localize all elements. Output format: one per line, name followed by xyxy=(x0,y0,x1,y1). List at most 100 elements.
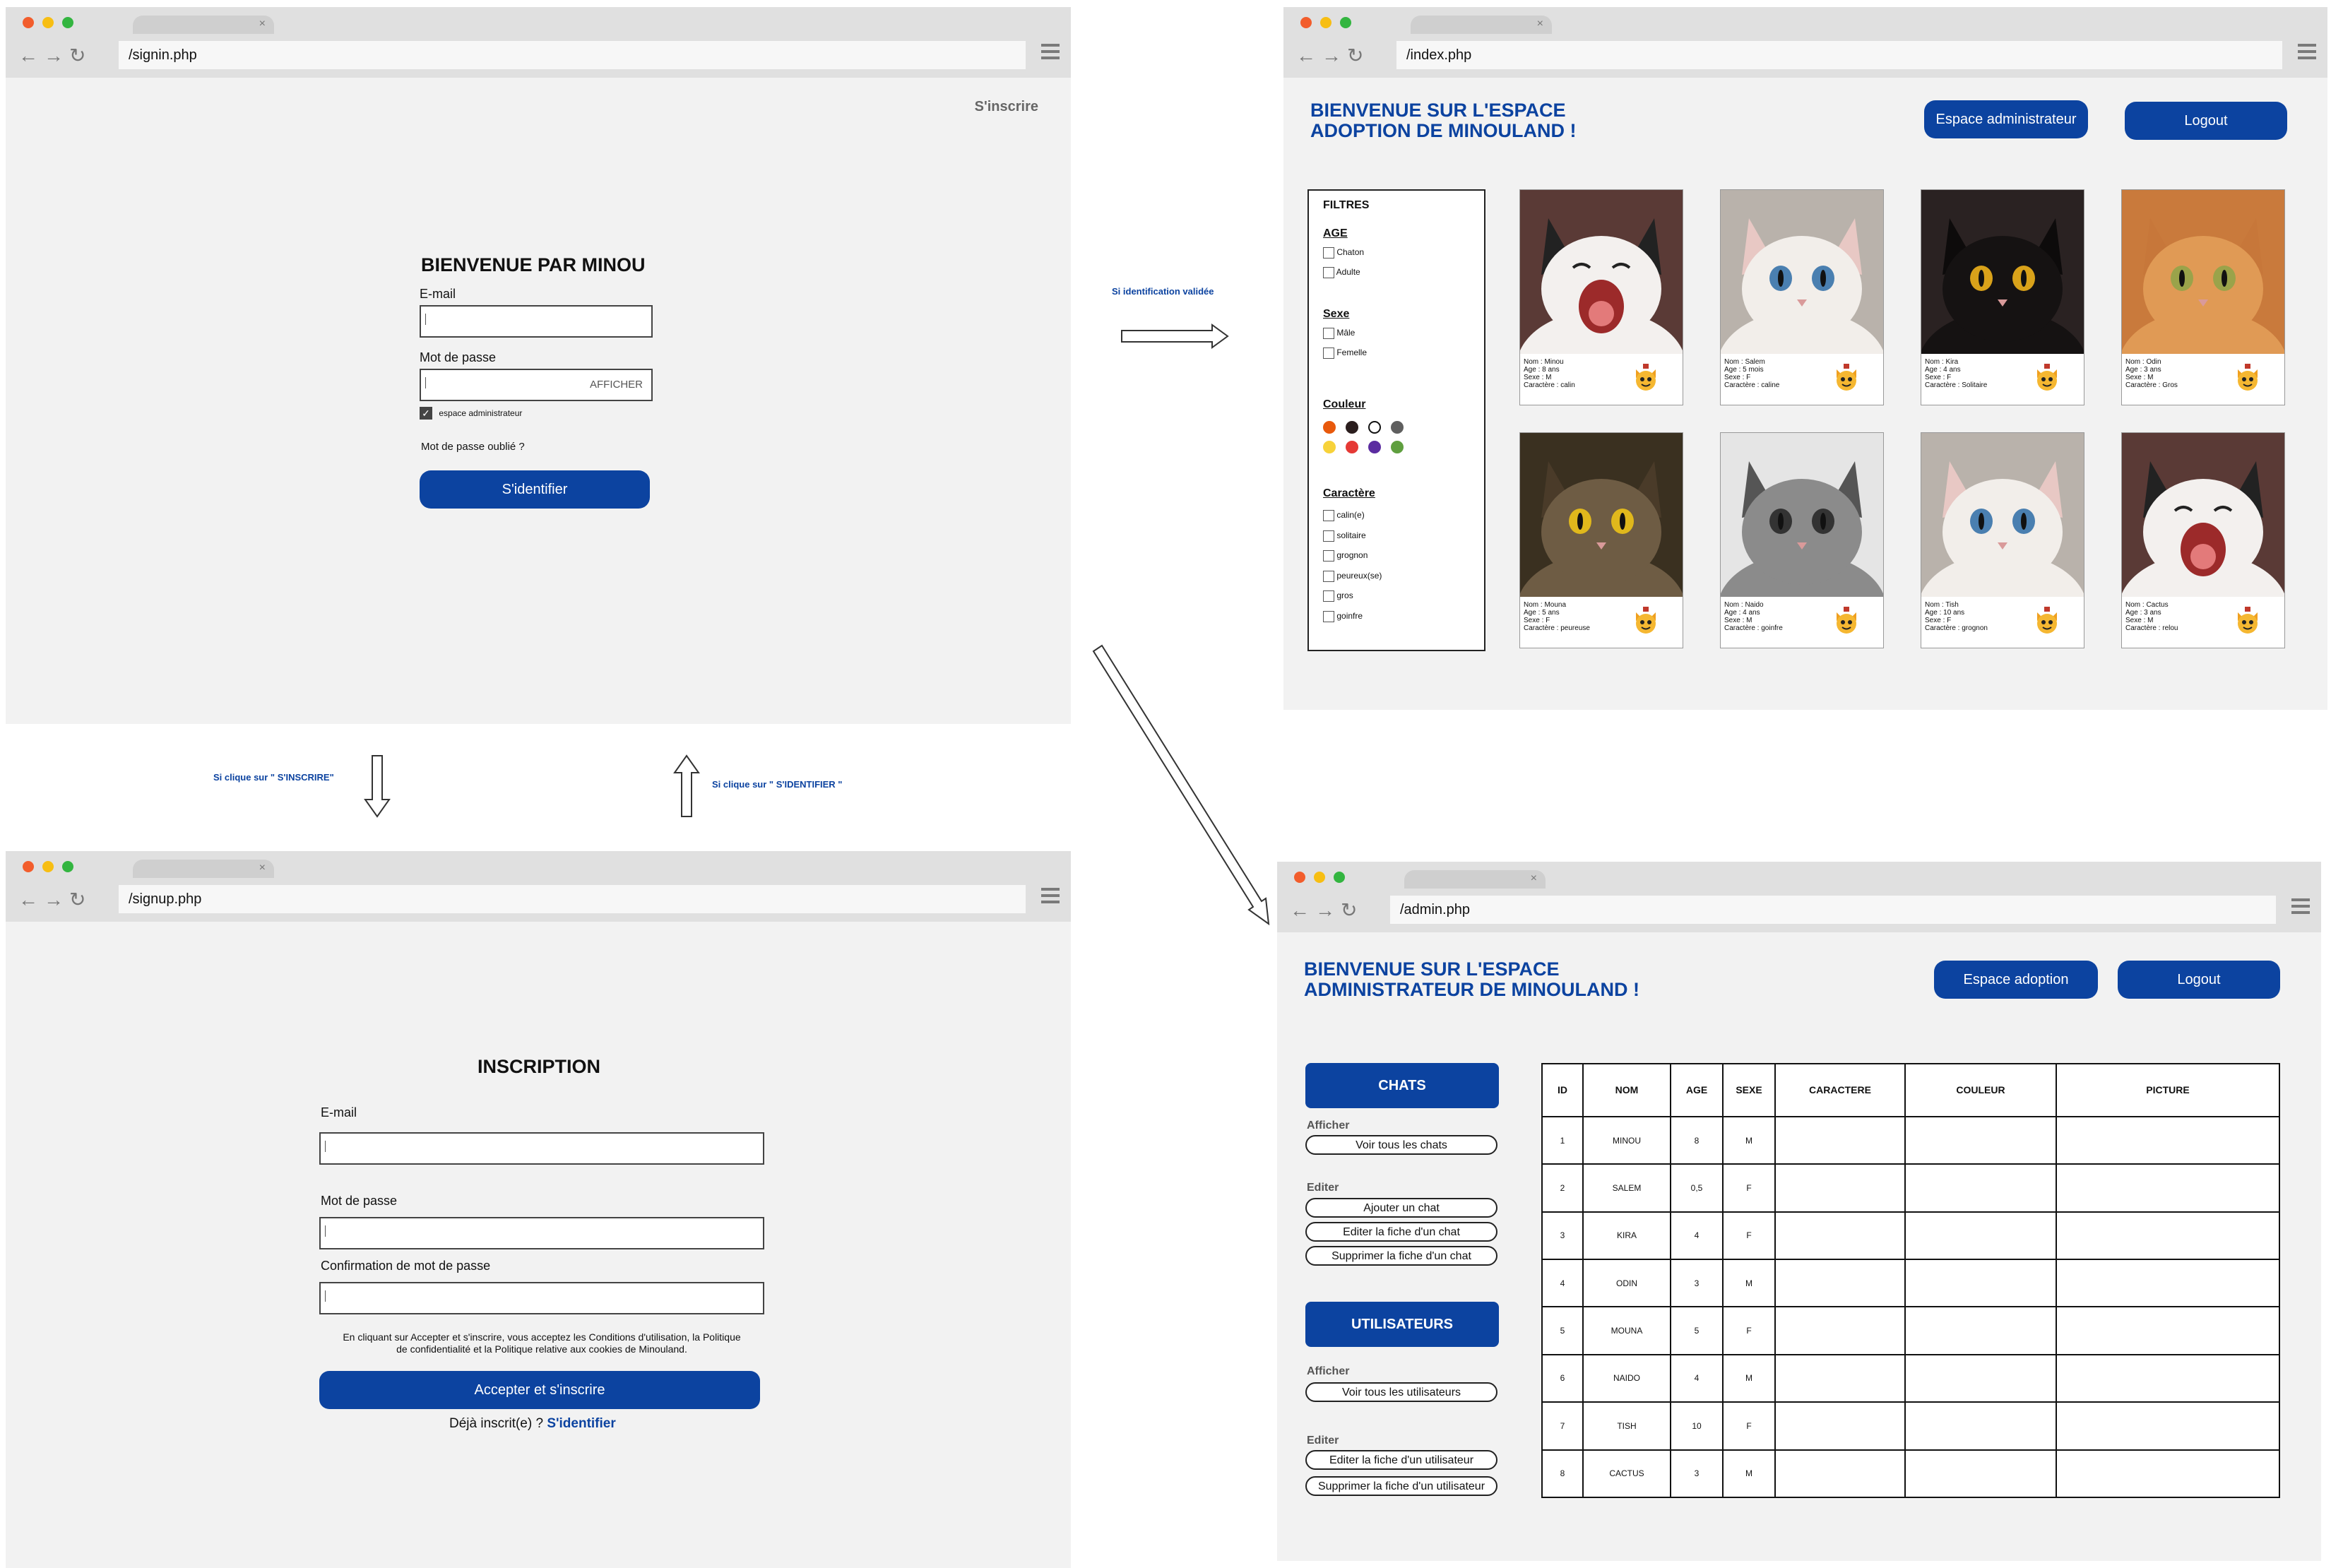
checkbox-icon[interactable] xyxy=(1323,610,1334,622)
close-dot-icon[interactable] xyxy=(23,861,34,872)
hamburger-menu-icon[interactable] xyxy=(2298,44,2316,65)
delete-user-button[interactable]: Supprimer la fiche d'un utilisateur xyxy=(1305,1476,1497,1496)
caractere-option[interactable]: calin(e) xyxy=(1323,510,1382,530)
caractere-option[interactable]: solitaire xyxy=(1323,530,1382,551)
address-bar[interactable]: /index.php xyxy=(1396,41,2282,69)
view-all-users-button[interactable]: Voir tous les utilisateurs xyxy=(1305,1382,1497,1402)
checkbox-icon[interactable] xyxy=(1323,328,1334,339)
age-option[interactable]: Chaton xyxy=(1323,247,1364,267)
cat-photo[interactable] xyxy=(1921,190,2084,354)
minimize-dot-icon[interactable] xyxy=(1314,872,1325,883)
cat-photo[interactable] xyxy=(1520,190,1683,354)
tab-close-icon[interactable]: × xyxy=(259,18,266,30)
browser-tab[interactable]: × xyxy=(133,16,274,34)
table-row[interactable]: 8 CACTUS 3 M xyxy=(1541,1449,2280,1498)
color-swatch-icon[interactable] xyxy=(1368,441,1381,453)
hamburger-menu-icon[interactable] xyxy=(1041,888,1060,909)
table-row[interactable]: 4 ODIN 3 M xyxy=(1541,1258,2280,1308)
close-dot-icon[interactable] xyxy=(1294,872,1305,883)
logout-button[interactable]: Logout xyxy=(2125,102,2287,140)
table-row[interactable]: 2 SALEM 0,5 F xyxy=(1541,1163,2280,1213)
table-row[interactable]: 5 MOUNA 5 F xyxy=(1541,1306,2280,1355)
edit-user-button[interactable]: Editer la fiche d'un utilisateur xyxy=(1305,1450,1497,1470)
cat-photo[interactable] xyxy=(1520,433,1683,597)
cat-photo[interactable] xyxy=(1921,433,2084,597)
color-swatch-icon[interactable] xyxy=(1391,421,1404,434)
hamburger-menu-icon[interactable] xyxy=(2291,898,2310,920)
nav-arrows-icon[interactable]: ←→↻ xyxy=(18,888,91,911)
chats-section-button[interactable]: CHATS xyxy=(1305,1063,1499,1108)
show-password-button[interactable]: AFFICHER xyxy=(590,379,643,391)
nav-arrows-icon[interactable]: ←→↻ xyxy=(1296,44,1369,67)
caractere-option[interactable]: peureux(se) xyxy=(1323,570,1382,591)
forgot-password-link[interactable]: Mot de passe oublié ? xyxy=(421,441,525,453)
table-row[interactable]: 6 NAIDO 4 M xyxy=(1541,1353,2280,1403)
caractere-option[interactable]: goinfre xyxy=(1323,610,1382,631)
color-swatch-icon[interactable] xyxy=(1346,441,1358,453)
maximize-dot-icon[interactable] xyxy=(62,17,73,28)
cat-card[interactable]: Nom : Cactus Age : 3 ans Sexe : M Caractère… xyxy=(2121,432,2285,648)
cat-photo[interactable] xyxy=(1721,433,1883,597)
adoption-space-button[interactable]: Espace adoption xyxy=(1934,961,2098,999)
browser-tab[interactable]: × xyxy=(133,860,274,878)
table-row[interactable]: 7 TISH 10 F xyxy=(1541,1401,2280,1451)
maximize-dot-icon[interactable] xyxy=(1340,17,1351,28)
color-swatch-icon[interactable] xyxy=(1346,421,1358,434)
minimize-dot-icon[interactable] xyxy=(42,861,54,872)
age-option[interactable]: Adulte xyxy=(1323,267,1364,287)
login-link[interactable]: S'identifier xyxy=(547,1416,615,1431)
password-field[interactable]: AFFICHER xyxy=(420,369,653,401)
minimize-dot-icon[interactable] xyxy=(1320,17,1331,28)
browser-tab[interactable]: × xyxy=(1411,16,1552,34)
color-swatch-icon[interactable] xyxy=(1323,441,1336,453)
sexe-option[interactable]: Femelle xyxy=(1323,348,1367,367)
password-field[interactable] xyxy=(319,1217,764,1249)
color-swatch-icon[interactable] xyxy=(1323,421,1336,434)
email-field[interactable] xyxy=(319,1132,764,1165)
tab-close-icon[interactable]: × xyxy=(1537,18,1543,30)
email-field[interactable] xyxy=(420,305,653,338)
cat-card[interactable]: Nom : Mouna Age : 5 ans Sexe : F Caractère … xyxy=(1519,432,1683,648)
address-bar[interactable]: /signup.php xyxy=(119,885,1026,913)
minimize-dot-icon[interactable] xyxy=(42,17,54,28)
delete-cat-button[interactable]: Supprimer la fiche d'un chat xyxy=(1305,1246,1497,1266)
cat-card[interactable]: Nom : Naido Age : 4 ans Sexe : M Caractère … xyxy=(1720,432,1884,648)
table-row[interactable]: 3 KIRA 4 F xyxy=(1541,1211,2280,1261)
maximize-dot-icon[interactable] xyxy=(1334,872,1345,883)
cat-card[interactable]: Nom : Kira Age : 4 ans Sexe : F Caractère :… xyxy=(1921,189,2084,405)
cat-card[interactable]: Nom : Salem Age : 5 mois Sexe : F Caractère… xyxy=(1720,189,1884,405)
register-link[interactable]: S'inscrire xyxy=(975,99,1038,115)
sexe-option[interactable]: Mâle xyxy=(1323,328,1367,348)
tab-close-icon[interactable]: × xyxy=(1531,872,1537,885)
checkbox-icon[interactable] xyxy=(1323,348,1334,359)
color-swatch-icon[interactable] xyxy=(1368,421,1381,434)
tab-close-icon[interactable]: × xyxy=(259,862,266,874)
checkbox-icon[interactable] xyxy=(1323,590,1334,602)
caractere-option[interactable]: grognon xyxy=(1323,550,1382,571)
checkbox-checked-icon[interactable]: ✓ xyxy=(420,407,432,420)
nav-arrows-icon[interactable]: ←→↻ xyxy=(1290,898,1363,922)
hamburger-menu-icon[interactable] xyxy=(1041,44,1060,65)
close-dot-icon[interactable] xyxy=(1300,17,1312,28)
cat-card[interactable]: Nom : Tish Age : 10 ans Sexe : F Caractère … xyxy=(1921,432,2084,648)
checkbox-icon[interactable] xyxy=(1323,510,1334,521)
close-dot-icon[interactable] xyxy=(23,17,34,28)
cat-card[interactable]: Nom : Odin Age : 3 ans Sexe : M Caractère :… xyxy=(2121,189,2285,405)
checkbox-icon[interactable] xyxy=(1323,530,1334,542)
nav-arrows-icon[interactable]: ←→↻ xyxy=(18,44,91,67)
cat-photo[interactable] xyxy=(1721,190,1883,354)
admin-checkbox-row[interactable]: ✓ espace administrateur xyxy=(420,407,522,420)
signin-button[interactable]: S'identifier xyxy=(420,470,650,509)
color-swatch-icon[interactable] xyxy=(1391,441,1404,453)
browser-tab[interactable]: × xyxy=(1404,870,1546,889)
confirm-password-field[interactable] xyxy=(319,1282,764,1314)
address-bar[interactable]: /admin.php xyxy=(1390,896,2276,924)
view-all-cats-button[interactable]: Voir tous les chats xyxy=(1305,1135,1497,1155)
logout-button[interactable]: Logout xyxy=(2118,961,2280,999)
users-section-button[interactable]: UTILISATEURS xyxy=(1305,1302,1499,1347)
cat-photo[interactable] xyxy=(2122,190,2284,354)
checkbox-icon[interactable] xyxy=(1323,247,1334,259)
add-cat-button[interactable]: Ajouter un chat xyxy=(1305,1198,1497,1218)
edit-cat-button[interactable]: Editer la fiche d'un chat xyxy=(1305,1222,1497,1242)
accept-signup-button[interactable]: Accepter et s'inscrire xyxy=(319,1371,760,1409)
